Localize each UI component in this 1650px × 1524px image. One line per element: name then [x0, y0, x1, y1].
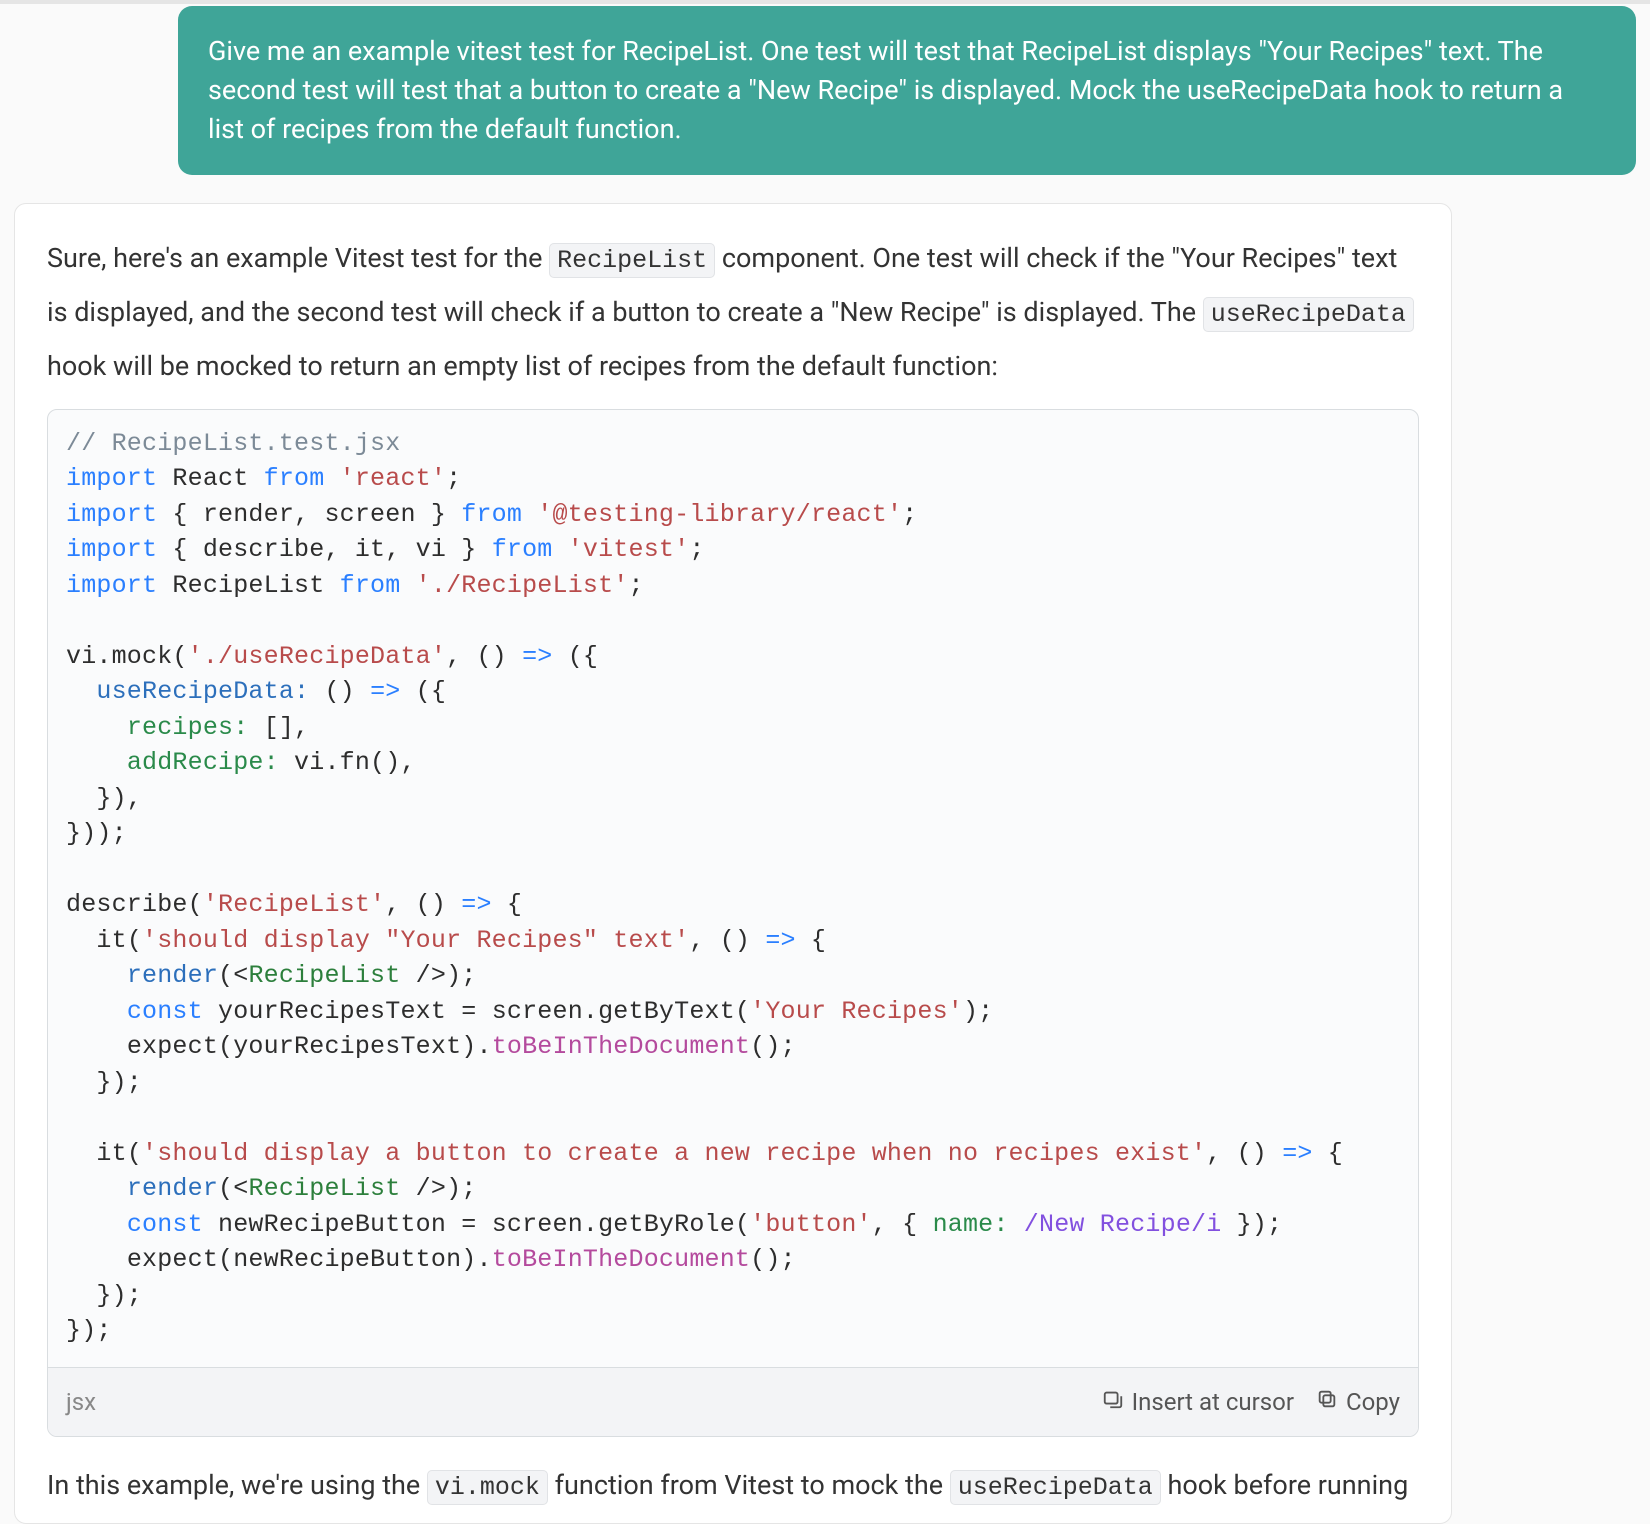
inline-code-userecipedata-2: useRecipeData — [950, 1470, 1161, 1505]
insert-at-cursor-button[interactable]: Insert at cursor — [1102, 1379, 1294, 1426]
assistant-message: Sure, here's an example Vitest test for … — [14, 203, 1452, 1524]
outro-text-2: function from Vitest to mock the — [548, 1469, 950, 1501]
inline-code-recipelist: RecipeList — [549, 243, 715, 278]
user-message-text: Give me an example vitest test for Recip… — [208, 35, 1563, 145]
copy-button[interactable]: Copy — [1316, 1379, 1400, 1426]
insert-icon — [1102, 1379, 1124, 1426]
code-block: // RecipeList.test.jsx import React from… — [47, 409, 1419, 1438]
insert-label: Insert at cursor — [1132, 1379, 1294, 1426]
copy-icon — [1316, 1379, 1338, 1426]
intro-text-3: hook will be mocked to return an empty l… — [47, 350, 998, 382]
intro-text-1: Sure, here's an example Vitest test for … — [47, 242, 549, 274]
outro-text-1: In this example, we're using the — [47, 1469, 427, 1501]
assistant-outro: In this example, we're using the vi.mock… — [47, 1459, 1419, 1513]
outro-text-3: hook before running — [1161, 1469, 1408, 1501]
code-language-label: jsx — [66, 1379, 1080, 1426]
user-message: Give me an example vitest test for Recip… — [178, 6, 1636, 175]
code-comment: // RecipeList.test.jsx — [66, 429, 400, 458]
assistant-intro: Sure, here's an example Vitest test for … — [47, 232, 1419, 392]
inline-code-vimock: vi.mock — [427, 1470, 548, 1505]
code-footer: jsx Insert at cursor Copy — [48, 1367, 1418, 1437]
inline-code-userecipedata: useRecipeData — [1203, 297, 1414, 332]
copy-label: Copy — [1346, 1379, 1400, 1426]
code-body: // RecipeList.test.jsx import React from… — [48, 410, 1418, 1367]
